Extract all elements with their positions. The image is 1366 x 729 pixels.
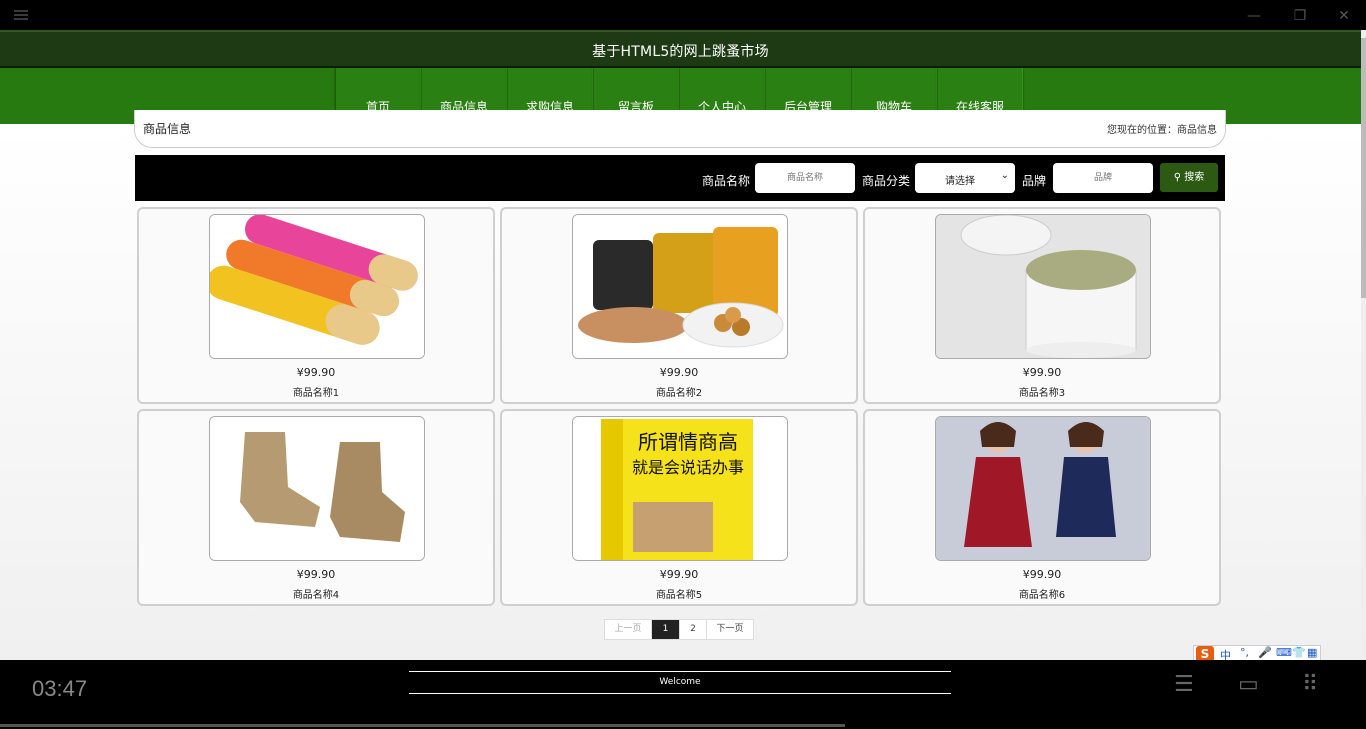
footer-divider-top [409, 671, 951, 672]
product-name: 商品名称5 [655, 590, 703, 601]
site-header: 基于HTML5的网上跳蚤市场 [0, 30, 1361, 68]
toolbox-icon[interactable]: ▦ [1307, 646, 1317, 659]
chevron-down-icon: ⌄ [1000, 170, 1009, 181]
product-name: 商品名称3 [1018, 388, 1066, 399]
product-image-chips[interactable] [209, 214, 425, 359]
product-price: ¥99.90 [296, 366, 336, 379]
scrollbar-thumb[interactable] [1361, 38, 1366, 298]
category-selected: 请选择 [945, 176, 975, 187]
footer-welcome: Welcome [659, 677, 701, 687]
site-title: 基于HTML5的网上跳蚤市场 [592, 44, 769, 60]
mic-icon[interactable]: 🎤 [1258, 646, 1272, 659]
search-button[interactable]: ⚲ 搜索 [1160, 163, 1218, 192]
book-title-2: 就是会说话办事 [632, 458, 744, 477]
grid-menu-icon[interactable]: ⠿ [1302, 672, 1318, 697]
product-card[interactable]: 所谓情商高 就是会说话办事 ¥99.90 商品名称5 [500, 409, 858, 606]
playback-progress-bar[interactable] [0, 724, 845, 727]
section-title: 商品信息 [143, 122, 192, 136]
product-card[interactable]: ¥99.90 商品名称6 [863, 409, 1221, 606]
breadcrumb-location: 您现在的位置：商品信息 [1107, 125, 1217, 136]
book-title-1: 所谓情商高 [638, 430, 738, 454]
name-label: 商品名称 [702, 174, 751, 188]
breadcrumb: 商品信息 您现在的位置：商品信息 [134, 110, 1226, 148]
product-name: 商品名称2 [655, 388, 703, 399]
product-image-clothing[interactable] [935, 416, 1151, 561]
product-price: ¥99.90 [1022, 366, 1062, 379]
footer-divider-bottom [409, 693, 951, 694]
brand-input[interactable] [1053, 163, 1153, 193]
category-label: 商品分类 [862, 174, 911, 188]
page-1-button[interactable]: 1 [652, 620, 680, 639]
search-bar: 商品名称 商品分类 请选择 ⌄ 品牌 ⚲ 搜索 [135, 155, 1225, 201]
page-scrollbar[interactable] [1361, 30, 1366, 660]
search-button-label: 搜索 [1184, 172, 1205, 183]
page-content: 商品信息 您现在的位置：商品信息 商品名称 商品分类 请选择 ⌄ 品牌 ⚲ 搜索 [0, 110, 1361, 660]
next-page-button[interactable]: 下一页 [707, 620, 753, 639]
product-name: 商品名称4 [292, 590, 340, 601]
product-image-book[interactable]: 所谓情商高 就是会说话办事 [572, 416, 788, 561]
minimize-icon[interactable]: — [1244, 6, 1264, 26]
product-name: 商品名称1 [292, 388, 340, 399]
page-2-button[interactable]: 2 [680, 620, 707, 639]
search-icon: ⚲ [1173, 172, 1182, 183]
product-image-snacks[interactable] [572, 214, 788, 359]
punctuation-icon[interactable]: °, [1240, 646, 1249, 659]
restore-icon[interactable]: ❐ [1290, 6, 1310, 26]
player-top-bar: — ❐ ✕ [0, 0, 1366, 30]
product-name-input[interactable] [755, 163, 855, 193]
product-price: ¥99.90 [659, 366, 699, 379]
player-bottom-bar: 03:47 Welcome ☰ ▭ ⠿ [0, 660, 1366, 729]
close-icon[interactable]: ✕ [1334, 6, 1354, 26]
category-select[interactable]: 请选择 ⌄ [915, 163, 1015, 193]
product-card[interactable]: ¥99.90 商品名称1 [137, 207, 495, 404]
pagination: 上一页 1 2 下一页 [604, 619, 754, 640]
comment-icon[interactable]: ▭ [1238, 672, 1259, 697]
prev-page-button[interactable]: 上一页 [605, 620, 652, 639]
product-name: 商品名称6 [1018, 590, 1066, 601]
product-price: ¥99.90 [659, 568, 699, 581]
product-card[interactable]: ¥99.90 商品名称4 [137, 409, 495, 606]
brand-label: 品牌 [1022, 174, 1047, 188]
product-card[interactable]: ¥99.90 商品名称2 [500, 207, 858, 404]
product-price: ¥99.90 [296, 568, 336, 581]
product-price: ¥99.90 [1022, 568, 1062, 581]
product-image-cream[interactable] [935, 214, 1151, 359]
keyboard-icon[interactable]: ⌨ [1276, 646, 1292, 659]
product-card[interactable]: ¥99.90 商品名称3 [863, 207, 1221, 404]
product-image-boots[interactable] [209, 416, 425, 561]
playback-time: 03:47 [32, 676, 88, 701]
skin-icon[interactable]: 👕 [1292, 646, 1306, 659]
hamburger-menu-icon[interactable] [14, 10, 28, 20]
playlist-icon[interactable]: ☰ [1174, 672, 1194, 697]
